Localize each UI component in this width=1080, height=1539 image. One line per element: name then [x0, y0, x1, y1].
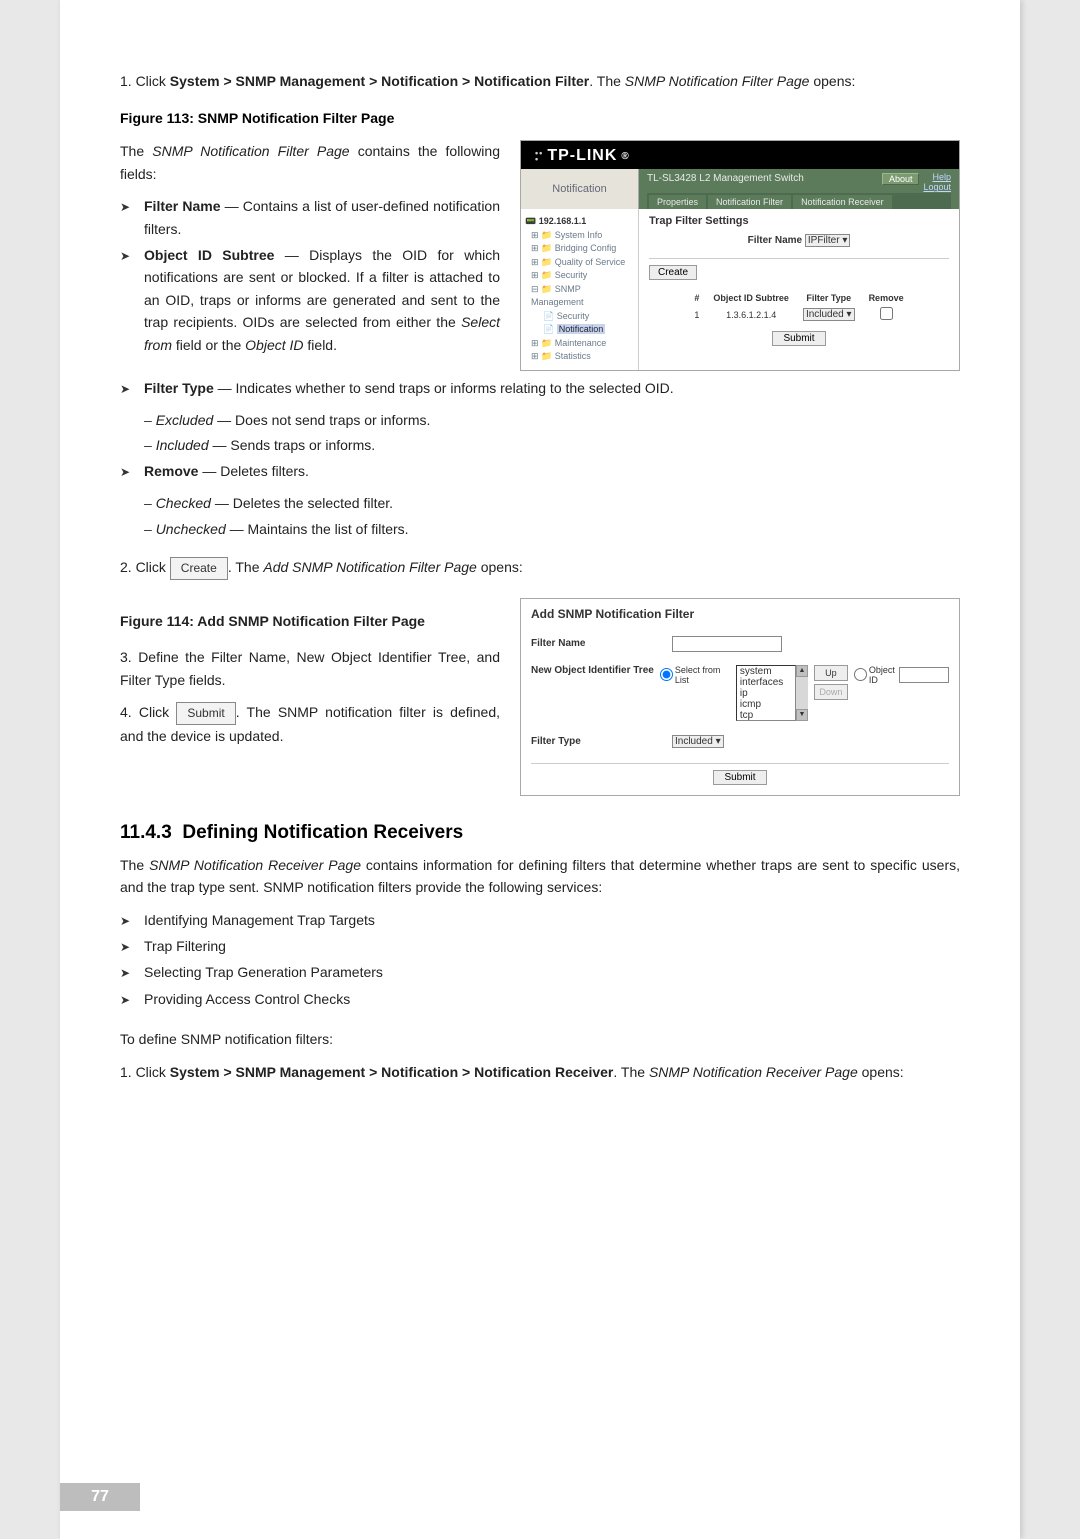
object-list[interactable]: system interfaces ip icmp tcp: [736, 665, 796, 721]
sub-unchecked: – Unchecked — Maintains the list of filt…: [144, 518, 960, 540]
down-button[interactable]: Down: [814, 684, 848, 700]
receiver-intro: The SNMP Notification Receiver Page cont…: [120, 854, 960, 899]
tree-statistics[interactable]: ⊞ 📁 Statistics: [525, 350, 634, 364]
list-item[interactable]: ip: [737, 688, 795, 699]
nav-tree[interactable]: 📟 192.168.1.1 ⊞ 📁 System Info ⊞ 📁 Bridgi…: [521, 209, 639, 370]
intro-113: The SNMP Notification Filter Page contai…: [120, 140, 500, 185]
new-object-identifier-label: New Object Identifier Tree: [531, 665, 654, 676]
step-4: 4. Click Submit. The SNMP notification f…: [120, 701, 500, 747]
filter-name-label: Filter Name: [531, 638, 666, 649]
create-button[interactable]: Create: [649, 265, 697, 280]
bullet-arrow-icon: ➤: [120, 912, 134, 931]
bullet-arrow-icon: ➤: [120, 380, 134, 399]
tab-properties[interactable]: Properties: [649, 195, 706, 209]
brand-dots-icon: •••: [535, 150, 543, 162]
bullet-arrow-icon: ➤: [120, 247, 134, 266]
filter-name-select[interactable]: IPFilter ▾: [805, 234, 850, 247]
list-item[interactable]: tcp: [737, 710, 795, 721]
define-filters-line: To define SNMP notification filters:: [120, 1028, 960, 1050]
screenshot-add-snmp-filter: Add SNMP Notification Filter Filter Name…: [520, 598, 960, 796]
tree-snmp-management[interactable]: ⊟ 📁 SNMP Management: [525, 283, 634, 310]
bullet-object-id-subtree: ➤ Object ID Subtree — Displays the OID f…: [120, 244, 500, 356]
sub-checked: – Checked — Deletes the selected filter.: [144, 492, 960, 514]
filter-type-label: Filter Type: [531, 736, 666, 747]
table-row: 1 1.3.6.1.2.1.4 Included ▾: [688, 306, 909, 323]
step1-path: System > SNMP Management > Notification …: [170, 73, 589, 89]
tree-system-info[interactable]: ⊞ 📁 System Info: [525, 229, 634, 243]
row-remove-checkbox[interactable]: [880, 307, 893, 320]
step-1: 1. Click System > SNMP Management > Noti…: [120, 70, 960, 92]
tree-snmp-notification[interactable]: 📄 Notification: [525, 323, 634, 337]
sub-excluded: – Excluded — Does not send traps or info…: [144, 409, 960, 431]
tree-root[interactable]: 192.168.1.1: [539, 216, 587, 226]
up-button[interactable]: Up: [814, 665, 848, 681]
row-filter-type-select[interactable]: Included ▾: [803, 308, 855, 321]
bullet-filter-type: ➤ Filter Type — Indicates whether to sen…: [120, 377, 960, 399]
step-2: 2. Click Create. The Add SNMP Notificati…: [120, 556, 960, 580]
step1-mid: . The: [589, 73, 625, 89]
nav-section-label: Notification: [521, 169, 639, 209]
list-item[interactable]: system: [737, 666, 795, 677]
trap-filter-settings-title: Trap Filter Settings: [649, 215, 949, 227]
filter-name-label: Filter Name: [748, 235, 802, 246]
filter-name-input[interactable]: [672, 636, 782, 652]
step1-prefix: 1. Click: [120, 73, 170, 89]
figure-114-caption: Figure 114: Add SNMP Notification Filter…: [120, 610, 500, 632]
submit-button[interactable]: Submit: [772, 331, 825, 346]
section-heading: 11.4.3 Defining Notification Receivers: [120, 822, 960, 844]
recv-bullet-3: ➤Selecting Trap Generation Parameters: [120, 961, 960, 983]
tree-bridging-config[interactable]: ⊞ 📁 Bridging Config: [525, 242, 634, 256]
tab-notification-receiver[interactable]: Notification Receiver: [793, 195, 892, 209]
bullet-arrow-icon: ➤: [120, 938, 134, 957]
sub-included: – Included — Sends traps or informs.: [144, 434, 960, 456]
list-scrollbar[interactable]: ▲▼: [796, 665, 808, 721]
object-id-radio[interactable]: [854, 668, 867, 681]
bullet-arrow-icon: ➤: [120, 198, 134, 217]
recv-bullet-1: ➤Identifying Management Trap Targets: [120, 909, 960, 931]
bullet-arrow-icon: ➤: [120, 991, 134, 1010]
step-3: 3. Define the Filter Name, New Object Id…: [120, 646, 500, 691]
object-id-label: Object ID: [869, 665, 897, 685]
figure-113-caption: Figure 113: SNMP Notification Filter Pag…: [120, 110, 960, 126]
screenshot-tp-link-filter: ••• TP-LINK® Notification HelpLogout Abo…: [520, 140, 960, 370]
tree-qos[interactable]: ⊞ 📁 Quality of Service: [525, 256, 634, 270]
list-item[interactable]: icmp: [737, 699, 795, 710]
tree-snmp-security[interactable]: 📄 Security: [525, 310, 634, 324]
submit-button-inline: Submit: [176, 702, 235, 725]
about-button[interactable]: About: [882, 173, 920, 185]
submit-button[interactable]: Submit: [713, 770, 766, 785]
logout-link[interactable]: HelpLogout: [923, 173, 951, 193]
object-id-input[interactable]: [899, 667, 949, 683]
tree-security[interactable]: ⊞ 📁 Security: [525, 269, 634, 283]
recv-bullet-4: ➤Providing Access Control Checks: [120, 988, 960, 1010]
bullet-arrow-icon: ➤: [120, 964, 134, 983]
page-number: 77: [60, 1483, 140, 1511]
dialog-title: Add SNMP Notification Filter: [531, 607, 949, 621]
bullet-filter-name: ➤ Filter Name — Contains a list of user-…: [120, 195, 500, 240]
tplink-brand-header: ••• TP-LINK®: [521, 141, 959, 169]
tree-maintenance[interactable]: ⊞ 📁 Maintenance: [525, 337, 634, 351]
bullet-arrow-icon: ➤: [120, 463, 134, 482]
create-button-inline: Create: [170, 557, 228, 580]
select-from-list-label: Select from List: [675, 665, 730, 685]
list-item[interactable]: interfaces: [737, 677, 795, 688]
switch-name: TL-SL3428 L2 Management Switch: [647, 173, 804, 184]
receiver-step-1: 1. Click System > SNMP Management > Noti…: [120, 1061, 960, 1083]
filter-table: # Object ID Subtree Filter Type Remove 1…: [686, 290, 911, 325]
step1-pagename: SNMP Notification Filter Page: [625, 73, 810, 89]
step1-suffix: opens:: [809, 73, 855, 89]
select-from-list-radio[interactable]: [660, 668, 673, 681]
filter-type-select[interactable]: Included ▾: [672, 735, 724, 748]
tab-notification-filter[interactable]: Notification Filter: [708, 195, 791, 209]
bullet-remove: ➤ Remove — Deletes filters.: [120, 460, 960, 482]
recv-bullet-2: ➤Trap Filtering: [120, 935, 960, 957]
